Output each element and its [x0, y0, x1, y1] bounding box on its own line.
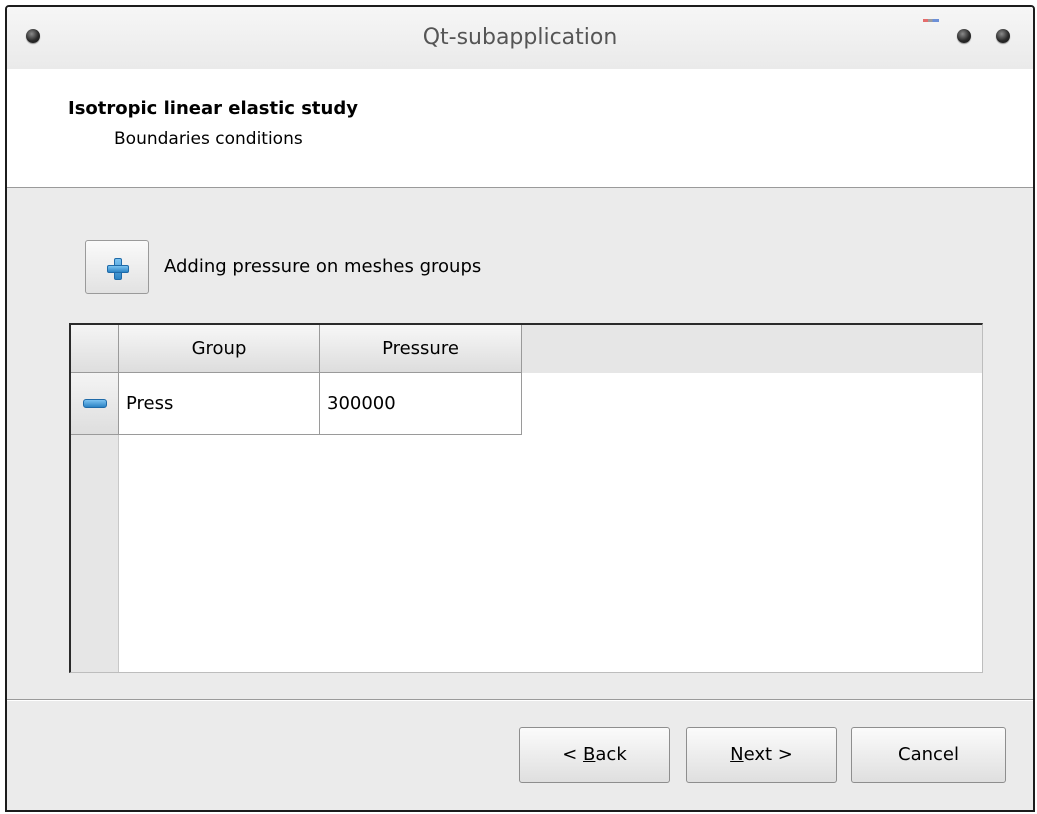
page-subtitle: Boundaries conditions — [114, 129, 303, 149]
page-title: Isotropic linear elastic study — [68, 98, 358, 119]
next-button[interactable]: Next > — [686, 727, 837, 783]
back-button[interactable]: < Back — [519, 727, 670, 783]
window-title: Qt-subapplication — [422, 25, 618, 50]
table-cell-group[interactable]: Press — [119, 373, 320, 435]
next-label-rest: ext > — [743, 744, 793, 765]
table-corner-button[interactable] — [71, 325, 119, 373]
remove-row-button[interactable] — [71, 373, 119, 435]
back-label-rest: ack — [595, 744, 627, 765]
pressure-table[interactable]: Group Pressure Press 300000 — [69, 323, 983, 673]
close-icon[interactable] — [996, 29, 1010, 43]
add-pressure-label: Adding pressure on meshes groups — [164, 256, 482, 277]
wizard-window: Qt-subapplication Isotropic linear elast… — [5, 5, 1035, 812]
title-bar[interactable]: Qt-subapplication — [7, 7, 1033, 70]
minimize-icon[interactable] — [957, 29, 971, 43]
plus-icon — [107, 258, 129, 280]
back-mnemonic: B — [583, 744, 596, 765]
wizard-header: Isotropic linear elastic study Boundarie… — [7, 69, 1033, 188]
next-mnemonic: N — [730, 744, 744, 765]
table-cell-pressure[interactable]: 300000 — [320, 373, 522, 435]
app-indicator-icon — [923, 19, 939, 22]
minus-icon — [83, 399, 107, 408]
footer-divider — [7, 699, 1033, 701]
column-header-pressure[interactable]: Pressure — [320, 325, 522, 373]
column-header-group[interactable]: Group — [119, 325, 320, 373]
cancel-button[interactable]: Cancel — [851, 727, 1006, 783]
back-prefix: < — [562, 744, 584, 765]
add-pressure-button[interactable] — [85, 240, 149, 294]
